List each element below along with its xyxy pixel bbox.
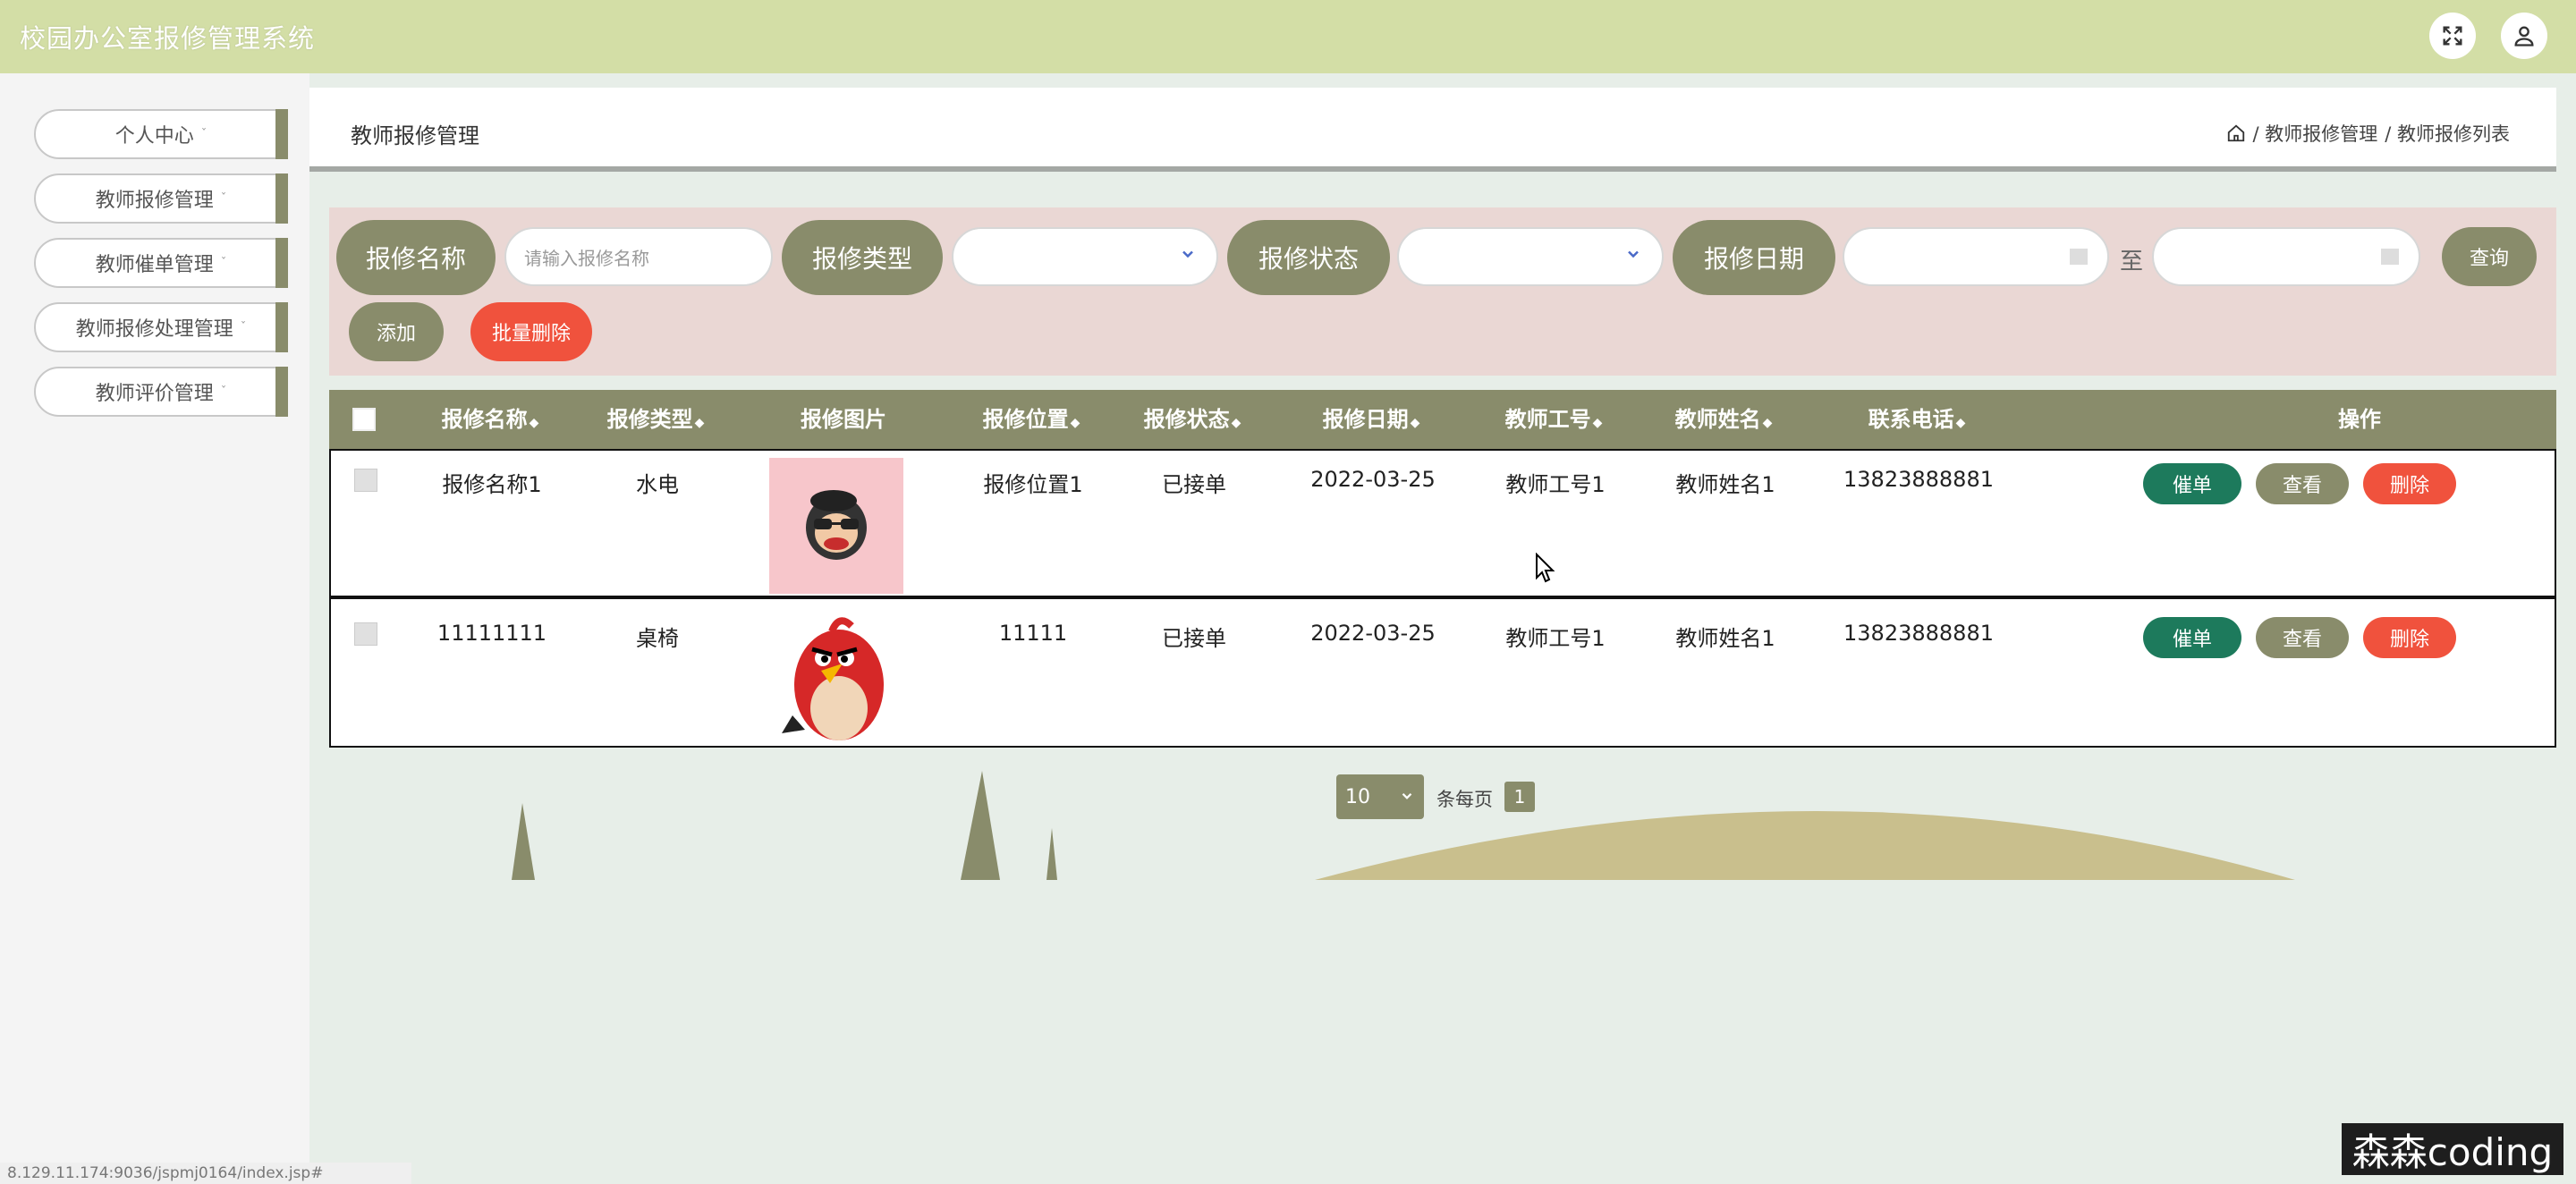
- sort-icon: ◆: [1410, 416, 1420, 430]
- chevron-down-icon: [1402, 792, 1412, 799]
- view-button[interactable]: 查看: [2256, 617, 2349, 658]
- row-checkbox[interactable]: [354, 622, 377, 646]
- breadcrumb-item: / 教师报修列表: [2385, 123, 2510, 145]
- date-start-input[interactable]: [1843, 227, 2109, 286]
- repair-location: 报修位置1: [983, 472, 1083, 497]
- calendar-icon[interactable]: [2381, 249, 2399, 265]
- home-icon[interactable]: [2226, 123, 2246, 143]
- sort-icon: ◆: [1592, 416, 1603, 430]
- view-button[interactable]: 查看: [2256, 463, 2349, 504]
- chevron-down-icon: [1628, 250, 1639, 258]
- urge-button[interactable]: 催单: [2143, 463, 2241, 504]
- row-checkbox[interactable]: [354, 469, 377, 492]
- column-header[interactable]: 报修位置 ◆: [955, 390, 1107, 449]
- repair-status-select[interactable]: [1397, 227, 1664, 286]
- mouse-cursor-icon: [1536, 553, 1555, 583]
- teacher-name: 教师姓名1: [1675, 472, 1775, 497]
- urge-button[interactable]: 催单: [2143, 617, 2241, 658]
- sort-icon: ◆: [529, 416, 539, 430]
- repair-type-select[interactable]: [952, 227, 1218, 286]
- calendar-icon[interactable]: [2070, 249, 2088, 265]
- repair-date-label: 报修日期: [1673, 220, 1835, 295]
- phone: 13823888881: [1843, 621, 1994, 646]
- table-header: 报修名称 ◆ 报修类型 ◆ 报修图片 报修位置 ◆ 报修状态 ◆ 报修日期 ◆ 教师工号 ◆…: [329, 390, 2556, 449]
- table-row: 报修名称1 水电 报修位置1 已接单 2022-03-25 教师工号1 教师姓名…: [329, 449, 2556, 597]
- date-end-input[interactable]: [2152, 227, 2420, 286]
- repair-date: 2022-03-25: [1310, 621, 1436, 646]
- sort-icon: ◆: [694, 416, 705, 430]
- sort-icon: ◆: [1231, 416, 1241, 430]
- repair-type-label: 报修类型: [782, 220, 943, 295]
- breadcrumb: / 教师报修管理 / 教师报修列表: [2226, 120, 2510, 147]
- chevron-down-icon: [1182, 250, 1193, 258]
- select-all-checkbox[interactable]: [352, 408, 376, 431]
- repair-name-input[interactable]: 请输入报修名称: [504, 227, 773, 286]
- repair-date: 2022-03-25: [1310, 467, 1436, 492]
- sort-icon: ◆: [1070, 416, 1080, 430]
- page-title: 教师报修管理: [351, 123, 479, 148]
- page-size-value: 10: [1345, 785, 1370, 808]
- monkey-picture: [769, 458, 903, 594]
- column-header: 报修图片: [801, 407, 886, 432]
- column-header[interactable]: 报修日期 ◆: [1295, 390, 1447, 449]
- column-header[interactable]: 报修状态 ◆: [1116, 390, 1268, 449]
- page-size-select[interactable]: 10: [1336, 774, 1424, 819]
- repair-status: 已接单: [1162, 626, 1226, 651]
- teacher-name: 教师姓名1: [1675, 626, 1775, 651]
- repair-name: 11111111: [436, 621, 547, 646]
- column-header[interactable]: 教师姓名 ◆: [1648, 390, 1800, 449]
- query-button[interactable]: 查询: [2442, 227, 2537, 286]
- column-header[interactable]: 联系电话 ◆: [1841, 390, 1993, 449]
- repair-status-label: 报修状态: [1227, 220, 1390, 295]
- watermark: 森森coding: [2342, 1123, 2563, 1175]
- panel-header: 教师报修管理 / 教师报修管理 / 教师报修列表: [309, 88, 2556, 172]
- sort-icon: ◆: [1955, 416, 1966, 430]
- column-header[interactable]: 报修类型 ◆: [580, 390, 732, 449]
- per-page-label: 条每页: [1436, 789, 1493, 810]
- red-bird-picture: [769, 608, 903, 744]
- repair-type: 桌椅: [636, 626, 679, 651]
- repair-status: 已接单: [1162, 472, 1226, 497]
- breadcrumb-item[interactable]: / 教师报修管理: [2253, 120, 2378, 147]
- column-header[interactable]: 报修名称 ◆: [419, 390, 562, 449]
- date-range-separator: 至: [2120, 249, 2144, 275]
- repair-location: 11111: [998, 621, 1068, 646]
- column-header: 操作: [2338, 407, 2381, 432]
- add-button[interactable]: 添加: [349, 302, 444, 361]
- delete-button[interactable]: 删除: [2363, 617, 2456, 658]
- delete-button[interactable]: 删除: [2363, 463, 2456, 504]
- status-bar-url: 8.129.11.174:9036/jspmj0164/index.jsp#: [0, 1163, 411, 1184]
- repair-name: 报修名称1: [442, 472, 542, 497]
- phone: 13823888881: [1843, 467, 1994, 492]
- teacher-id: 教师工号1: [1505, 626, 1606, 651]
- teacher-id: 教师工号1: [1505, 472, 1606, 497]
- repair-name-label: 报修名称: [336, 220, 496, 295]
- repair-name-placeholder: 请输入报修名称: [524, 247, 649, 269]
- column-header[interactable]: 教师工号 ◆: [1478, 390, 1630, 449]
- batch-delete-button[interactable]: 批量删除: [470, 302, 592, 361]
- repair-table: 报修名称 ◆ 报修类型 ◆ 报修图片 报修位置 ◆ 报修状态 ◆ 报修日期 ◆ 教师工号 ◆…: [329, 390, 2556, 748]
- table-row: 11111111 桌椅 11111 已接单 2022-03-25 教师工号1 教…: [329, 597, 2556, 748]
- repair-type: 水电: [636, 472, 679, 497]
- sort-icon: ◆: [1762, 416, 1773, 430]
- page-number-button[interactable]: 1: [1504, 782, 1535, 812]
